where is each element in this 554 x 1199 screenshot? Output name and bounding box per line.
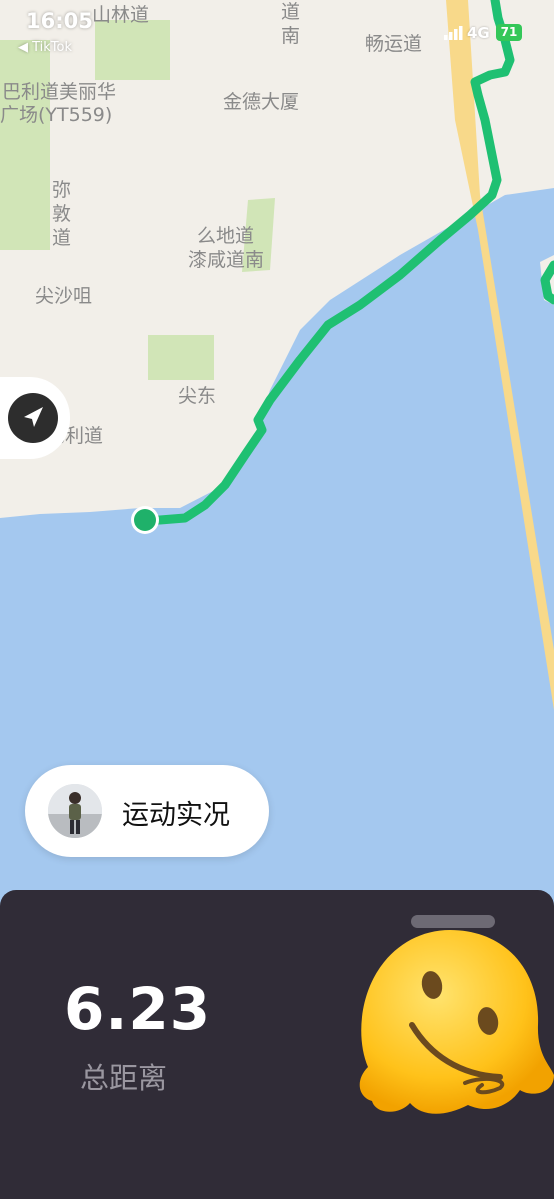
live-status-button[interactable]: 运动实况 <box>25 765 269 857</box>
avatar <box>48 784 102 838</box>
map-label-barry-mall-2: 广场(YT559) <box>0 104 113 126</box>
status-time: 16:05 <box>26 9 93 33</box>
battery-icon: 71 <box>496 24 522 41</box>
network-type: 4G <box>467 24 490 42</box>
distance-label: 总距离 <box>80 1061 168 1095</box>
map-label-mi-dun: 弥敦道 <box>52 179 72 249</box>
navigation-arrow-icon <box>8 393 58 443</box>
distance-value: 6.23 <box>64 975 212 1043</box>
map-label-tsim-dong: 尖东 <box>178 385 217 407</box>
status-bar: 16:05 ◀ TikTok 4G 71 <box>0 0 554 70</box>
map-label-barry-mall: 巴利道美丽华 <box>2 81 117 103</box>
signal-icon <box>444 26 463 40</box>
map-view[interactable]: 山林道 巴利道美丽华 广场(YT559) 金德大厦 畅运道 道南 么地道 漆咸道… <box>0 0 554 890</box>
map-label-kimtak: 金德大厦 <box>223 91 300 113</box>
map-label-tsim-sha-tsui: 尖沙咀 <box>35 285 93 307</box>
map-label-tsim-east-road: 漆咸道南 <box>188 249 265 271</box>
melting-face-icon <box>359 930 554 1114</box>
live-status-label: 运动实况 <box>122 800 230 831</box>
map-label-mody-road: 么地道 <box>197 225 255 247</box>
back-to-app-link[interactable]: ◀ TikTok <box>18 40 72 55</box>
